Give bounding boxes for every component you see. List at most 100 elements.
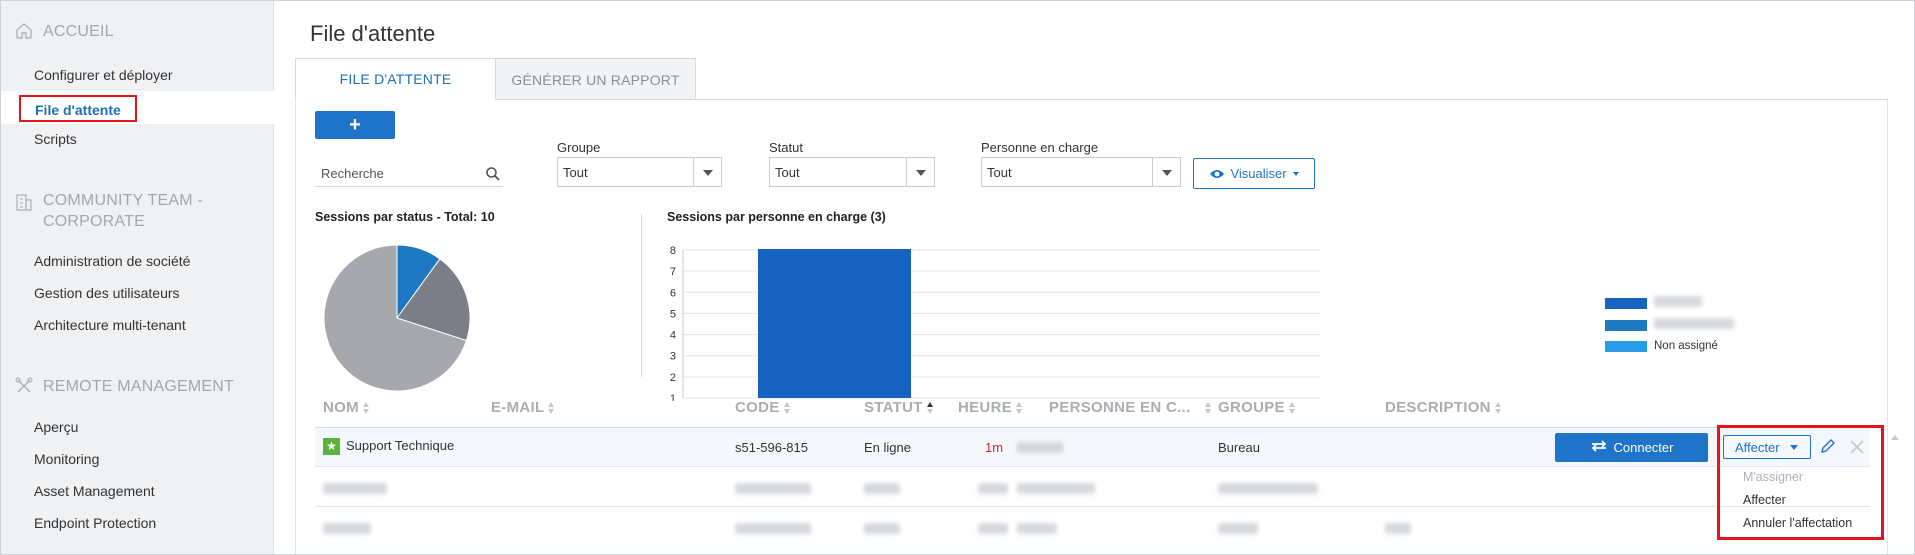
visualiser-button[interactable]: Visualiser <box>1193 158 1315 189</box>
y-tick-label: 1 <box>670 393 676 401</box>
menu-item-affecter[interactable]: Affecter <box>1743 493 1786 507</box>
statut-value: Tout <box>775 165 800 180</box>
tab-bar: FILE D'ATTENTE GÉNÉRER UN RAPPORT <box>295 58 696 100</box>
search-icon[interactable] <box>485 166 501 182</box>
sidebar-item-endpoint[interactable]: Endpoint Protection <box>34 515 156 532</box>
chevron-down-icon <box>1152 158 1180 186</box>
code-cell <box>735 482 811 497</box>
legend-swatch <box>1605 319 1647 331</box>
personne-cell <box>1017 522 1057 537</box>
y-tick-label: 5 <box>670 308 676 320</box>
sidebar: ACCUEIL Configurer et déployer File d'at… <box>1 1 274 554</box>
legend-item <box>1605 318 1734 332</box>
table-row[interactable] <box>315 508 1870 547</box>
tools-icon <box>15 377 35 397</box>
statut-select[interactable]: Tout <box>769 157 935 187</box>
home-icon <box>15 22 35 42</box>
y-tick-label: 8 <box>670 245 676 257</box>
legend-label: Non assigné <box>1654 340 1718 352</box>
sidebar-item-scripts[interactable]: Scripts <box>34 131 77 148</box>
search-field[interactable]: Recherche <box>315 161 503 187</box>
groupe-select[interactable]: Tout <box>557 157 722 187</box>
y-tick-label: 4 <box>670 330 676 342</box>
personne-cell <box>1017 482 1095 497</box>
pie-chart <box>323 244 471 392</box>
nom-cell <box>323 482 387 497</box>
col-header-email[interactable]: E-MAIL <box>491 399 555 416</box>
tab-file-attente[interactable]: FILE D'ATTENTE <box>295 58 496 100</box>
statut-label: Statut <box>769 140 803 155</box>
code-cell: s51-596-815 <box>735 440 808 455</box>
nom-cell: ★ Support Technique <box>323 438 454 456</box>
personne-cell <box>1017 441 1063 456</box>
y-tick-label: 7 <box>670 266 676 278</box>
affecter-label: Affecter <box>1735 439 1780 455</box>
groupe-cell <box>1218 482 1318 497</box>
sidebar-section-title: COMMUNITY TEAM - CORPORATE <box>43 192 203 230</box>
sidebar-section-accueil: ACCUEIL <box>15 22 114 42</box>
chart-separator <box>641 214 642 377</box>
groupe-value: Tout <box>563 165 588 180</box>
col-header-groupe[interactable]: GROUPE <box>1218 399 1296 416</box>
close-icon[interactable] <box>1849 439 1865 458</box>
search-placeholder: Recherche <box>321 166 384 181</box>
groupe-cell: Bureau <box>1218 440 1260 455</box>
heure-cell: 1m <box>985 440 1004 455</box>
main-panel: File d'attente FILE D'ATTENTE GÉNÉRER UN… <box>275 1 1914 554</box>
statut-cell <box>864 482 900 497</box>
edit-pencil-icon[interactable] <box>1819 438 1836 458</box>
sidebar-section-title: REMOTE MANAGEMENT <box>43 378 234 395</box>
sidebar-item-admin[interactable]: Administration de société <box>34 253 190 270</box>
star-icon: ★ <box>323 438 340 456</box>
sidebar-item-architecture[interactable]: Architecture multi-tenant <box>34 317 186 334</box>
legend-swatch <box>1605 297 1647 309</box>
col-header-nom[interactable]: NOM <box>323 399 370 416</box>
personne-select[interactable]: Tout <box>981 157 1181 187</box>
col-header-statut[interactable]: STATUT <box>864 399 934 416</box>
scrollbar[interactable] <box>1890 430 1900 550</box>
description-cell <box>1385 522 1411 537</box>
y-tick-label: 2 <box>670 372 676 384</box>
sidebar-section-community: COMMUNITY TEAM - CORPORATE <box>15 190 223 232</box>
heure-cell <box>978 482 1008 497</box>
connecter-button[interactable]: Connecter <box>1555 433 1708 462</box>
scroll-up-icon <box>1891 435 1899 440</box>
col-header-personne[interactable]: PERSONNE EN C... <box>1049 399 1212 416</box>
sidebar-item-asset[interactable]: Asset Management <box>34 483 155 500</box>
eye-icon <box>1209 168 1225 180</box>
col-header-heure[interactable]: HEURE <box>958 399 1023 416</box>
bar-chart-title: Sessions par personne en charge (3) <box>667 210 886 224</box>
sidebar-item-configurer[interactable]: Configurer et déployer <box>34 67 173 84</box>
sidebar-item-monitoring[interactable]: Monitoring <box>34 451 99 468</box>
pie-chart-title: Sessions par status - Total: 10 <box>315 210 495 224</box>
sidebar-section-remote: REMOTE MANAGEMENT <box>15 377 234 397</box>
statut-cell <box>864 522 900 537</box>
chevron-down-icon <box>693 158 721 186</box>
sidebar-section-title: ACCUEIL <box>43 23 114 40</box>
legend-item <box>1605 296 1702 310</box>
heure-cell <box>978 522 1008 537</box>
code-cell <box>735 522 811 537</box>
add-button[interactable]: + <box>315 111 395 139</box>
y-tick-label: 3 <box>670 351 676 363</box>
y-tick-label: 6 <box>670 287 676 299</box>
sidebar-item-file-attente[interactable]: File d'attente <box>19 95 137 122</box>
legend-swatch <box>1605 340 1647 352</box>
connecter-label: Connecter <box>1613 440 1674 455</box>
chevron-down-icon <box>906 158 934 186</box>
affecter-dropdown-button[interactable]: Affecter <box>1723 435 1811 459</box>
sidebar-item-apercu[interactable]: Aperçu <box>34 419 78 436</box>
col-header-code[interactable]: CODE <box>735 399 791 416</box>
chevron-down-icon <box>1790 445 1798 450</box>
tab-generer-rapport[interactable]: GÉNÉRER UN RAPPORT <box>496 58 696 100</box>
col-header-description[interactable]: DESCRIPTION <box>1385 399 1502 416</box>
building-icon <box>15 190 35 211</box>
statut-cell: En ligne <box>864 440 911 455</box>
table-row[interactable] <box>315 468 1870 507</box>
page-title: File d'attente <box>310 21 436 46</box>
menu-item-annuler-affectation[interactable]: Annuler l'affectation <box>1743 516 1852 530</box>
visualiser-label: Visualiser <box>1230 166 1287 181</box>
bar-chart: 8 7 6 5 4 3 2 1 <box>670 245 1320 401</box>
nom-cell <box>323 522 371 537</box>
sidebar-item-users[interactable]: Gestion des utilisateurs <box>34 285 180 302</box>
